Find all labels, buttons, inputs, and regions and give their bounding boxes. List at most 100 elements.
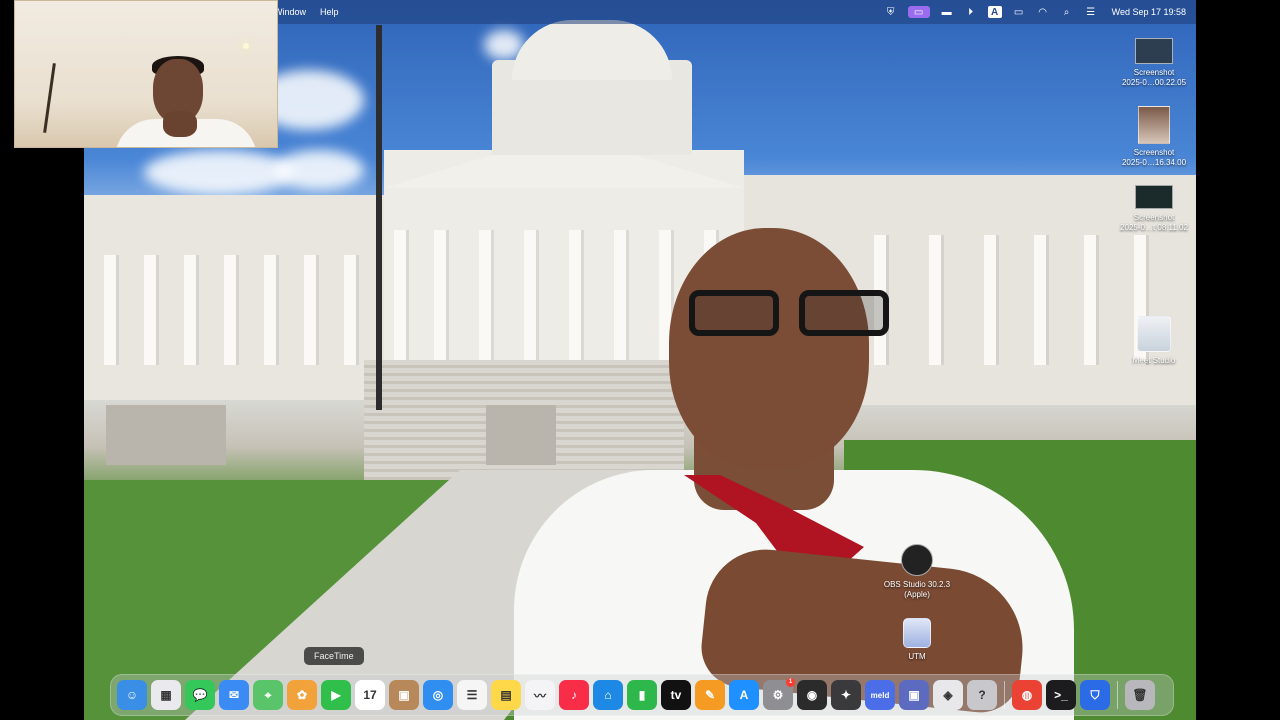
desktop-file-label: OBS Studio 30.2.3 — [883, 580, 951, 589]
vm-icon-glyph: ◈ — [943, 688, 953, 702]
safari-icon[interactable]: ◎ — [423, 680, 453, 710]
desktop-file-label: Screenshot — [1133, 68, 1175, 77]
music-icon-glyph: ♪ — [571, 688, 577, 702]
wifi-icon[interactable]: ◠ — [1036, 6, 1050, 18]
launchpad-icon[interactable]: ▦ — [151, 680, 181, 710]
terminal-icon-glyph: >_ — [1054, 688, 1068, 702]
utm-icon — [903, 618, 931, 648]
reminders-icon-glyph: ☰ — [466, 688, 478, 702]
desktop-file-screenshot-1[interactable]: Screenshot 2025-0…00.22.05 — [1114, 38, 1194, 88]
safari-icon-glyph: ◎ — [432, 688, 444, 702]
contacts-icon-glyph: ▣ — [398, 688, 410, 702]
tv-icon[interactable]: tv — [661, 680, 691, 710]
terminal-icon[interactable]: >_ — [1046, 680, 1076, 710]
calendar-icon-glyph: 17 — [363, 688, 377, 702]
screenshot-thumbnail-icon — [1135, 185, 1173, 209]
trash-icon-glyph: 🗑 — [1132, 688, 1148, 702]
launchpad-icon-glyph: ▦ — [160, 688, 172, 702]
utm-icon-glyph: ▣ — [908, 688, 920, 702]
dock-separator — [1117, 681, 1118, 709]
meld-icon[interactable]: meld — [865, 680, 895, 710]
question-icon[interactable]: ? — [967, 680, 997, 710]
text-input-icon[interactable]: A — [987, 6, 1002, 18]
trash-icon[interactable]: 🗑 — [1125, 680, 1155, 710]
search-icon[interactable]: ⌕ — [1060, 6, 1074, 18]
menu-clock[interactable]: Wed Sep 17 19:58 — [1112, 7, 1186, 17]
brave-icon[interactable]: ⛉ — [1080, 680, 1110, 710]
keynote-icon[interactable]: ⌂ — [593, 680, 623, 710]
desktop-file-screenshot-3[interactable]: Screenshot 2025-0…t 08.11.02 — [1114, 185, 1194, 233]
facetime-icon[interactable]: ▶ — [321, 680, 351, 710]
freeform-icon-glyph: 〰 — [533, 688, 546, 703]
desktop-file-label: Screenshot — [1133, 213, 1175, 222]
keynote-icon-glyph: ⌂ — [604, 688, 612, 702]
menu-help[interactable]: Help — [320, 7, 339, 17]
desktop-file-sublabel: 2025-0…16.34.00 — [1121, 158, 1187, 167]
music-icon[interactable]: ♪ — [559, 680, 589, 710]
notes-icon-glyph: ▤ — [500, 688, 512, 702]
desktop-file-sublabel: 2025-0…00.22.05 — [1121, 78, 1187, 87]
obs-icon — [901, 544, 933, 576]
maps-icon-glyph: ⌖ — [264, 687, 272, 702]
brave-icon-glyph: ⛉ — [1090, 687, 1100, 702]
tv-icon-glyph: tv — [670, 688, 682, 702]
photos-icon-glyph: ✿ — [296, 688, 308, 702]
mail-icon[interactable]: ✉ — [219, 680, 249, 710]
utm-icon[interactable]: ▣ — [899, 680, 929, 710]
pages-icon-glyph: ✎ — [704, 688, 716, 702]
dock-tooltip: FaceTime — [304, 647, 364, 665]
question-icon-glyph: ? — [978, 688, 986, 702]
reminders-icon[interactable]: ☰ — [457, 680, 487, 710]
desktop-file-label: Screenshot — [1133, 148, 1175, 157]
desktop-app-obs-studio[interactable]: OBS Studio 30.2.3 (Apple) — [877, 544, 957, 600]
desktop-file-sublabel: (Apple) — [904, 590, 930, 599]
photos-icon[interactable]: ✿ — [287, 680, 317, 710]
menu-window[interactable]: Window — [274, 7, 306, 17]
screen-share-icon[interactable]: ▭ — [907, 6, 930, 18]
dock-separator — [1004, 681, 1005, 709]
vm-icon[interactable]: ◈ — [933, 680, 963, 710]
app-store-icon[interactable]: A — [729, 680, 759, 710]
calendar-icon[interactable]: 17 — [355, 680, 385, 710]
contacts-icon[interactable]: ▣ — [389, 680, 419, 710]
facetime-camera-preview[interactable] — [14, 0, 278, 148]
obs-icon[interactable]: ◉ — [797, 680, 827, 710]
finder-icon[interactable]: ☺ — [117, 680, 147, 710]
chrome-icon[interactable]: ◍ — [1012, 680, 1042, 710]
messages-icon[interactable]: 💬 — [185, 680, 215, 710]
davinci-icon-glyph: ✦ — [840, 688, 852, 702]
chrome-icon-glyph: ◍ — [1021, 688, 1033, 702]
desktop-app-utm[interactable]: UTM — [877, 618, 957, 662]
screenshot-thumbnail-icon — [1138, 106, 1170, 144]
screenshot-thumbnail-icon — [1135, 38, 1173, 64]
pages-icon[interactable]: ✎ — [695, 680, 725, 710]
notes-icon[interactable]: ▤ — [491, 680, 521, 710]
desktop-file-label: UTM — [908, 652, 926, 661]
desktop-file-sublabel: 2025-0…t 08.11.02 — [1120, 223, 1188, 232]
desktop-file-label: Meet Studio — [1132, 356, 1176, 365]
numbers-icon[interactable]: ▮ — [627, 680, 657, 710]
desktop-file-screenshot-2[interactable]: Screenshot 2025-0…16.34.00 — [1114, 106, 1194, 168]
maps-icon[interactable]: ⌖ — [253, 680, 283, 710]
settings-icon[interactable]: ⚙ 1 — [763, 678, 795, 710]
settings-icon-glyph: ⚙ — [772, 688, 784, 702]
display-icon[interactable]: ▬ — [940, 6, 954, 18]
play-icon[interactable]: ⏵ — [964, 6, 978, 18]
control-center-icon[interactable]: ☰ — [1084, 6, 1098, 18]
finder-icon-glyph: ☺ — [125, 688, 139, 702]
freeform-icon[interactable]: 〰 — [525, 680, 555, 710]
facetime-icon-glyph: ▶ — [331, 688, 341, 702]
meet-studio-icon — [1137, 316, 1171, 352]
mail-icon-glyph: ✉ — [228, 688, 240, 702]
davinci-icon[interactable]: ✦ — [831, 680, 861, 710]
desktop-app-meet-studio[interactable]: Meet Studio — [1114, 316, 1194, 366]
messages-icon-glyph: 💬 — [192, 688, 208, 702]
notification-badge: 1 — [786, 678, 795, 687]
dock: ☺ ▦ 💬 ✉ ⌖ ✿ ▶ 17 ▣ ◎ ☰ ▤ 〰 ♪ ⌂ ▮ tv ✎ A ⚙ 1 ◉ ✦ meld ▣ ◈? ◍ >_ ⛉ 🗑 — [110, 674, 1174, 716]
battery-icon[interactable]: ▭ — [1012, 6, 1026, 18]
numbers-icon-glyph: ▮ — [638, 688, 646, 702]
obs-icon-glyph: ◉ — [806, 688, 818, 702]
meld-icon-glyph: meld — [870, 690, 890, 700]
app-store-icon-glyph: A — [739, 688, 749, 702]
shield-icon[interactable]: ⛨ — [884, 6, 898, 18]
